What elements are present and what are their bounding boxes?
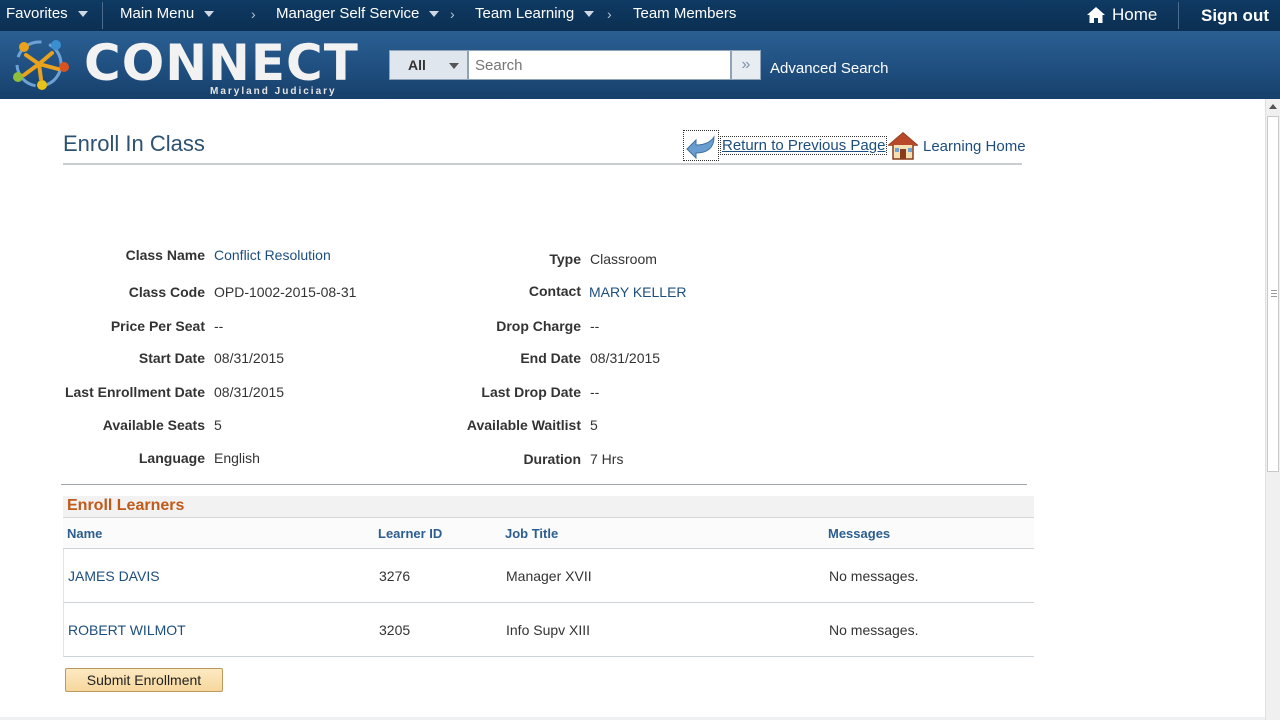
column-header-name[interactable]: Name — [67, 526, 102, 541]
breadcrumb-label: Team Members — [633, 5, 737, 22]
last-enrollment-date-label: Last Enrollment Date — [64, 384, 205, 400]
chevron-down-icon — [449, 63, 459, 69]
page-title: Enroll In Class — [63, 131, 205, 156]
price-per-seat-label: Price Per Seat — [110, 318, 205, 334]
available-waitlist-label: Available Waitlist — [466, 417, 581, 433]
language-value: English — [214, 450, 260, 466]
breadcrumb-label: Team Learning — [475, 5, 575, 22]
enroll-learners-grid: Enroll Learners Name Learner ID Job Titl… — [63, 496, 1034, 657]
search-go-button[interactable]: » — [731, 50, 761, 80]
house-icon — [888, 132, 918, 160]
start-date-label: Start Date — [138, 350, 205, 366]
advanced-search-link[interactable]: Advanced Search — [770, 60, 888, 77]
learner-name-link[interactable]: ROBERT WILMOT — [68, 622, 186, 638]
chevron-down-icon — [77, 10, 88, 17]
messages-cell: No messages. — [829, 622, 919, 638]
favorites-menu[interactable]: Favorites — [6, 5, 88, 22]
learning-home-label: Learning Home — [923, 137, 1026, 155]
grid-title: Enroll Learners — [63, 496, 1034, 517]
chevron-down-icon — [204, 10, 215, 17]
return-link-label: Return to Previous Page — [720, 136, 888, 155]
last-enrollment-date-value: 08/31/2015 — [214, 384, 285, 400]
available-waitlist-value: 5 — [590, 417, 598, 433]
double-chevron-right-icon: » — [741, 56, 751, 73]
vertical-scrollbar[interactable] — [1265, 99, 1280, 720]
column-header-job-title[interactable]: Job Title — [505, 526, 558, 541]
messages-cell: No messages. — [829, 568, 919, 584]
top-navigation-bar: Favorites Main Menu › Manager Self Servi… — [0, 0, 1280, 31]
class-code-value: OPD-1002-2015-08-31 — [214, 284, 357, 300]
home-link[interactable]: Home — [1086, 5, 1157, 25]
type-label: Type — [549, 251, 581, 267]
available-seats-value: 5 — [214, 417, 222, 433]
home-icon — [1087, 7, 1105, 23]
header-banner: CONNECT Maryland Judiciary All » Advance… — [0, 31, 1280, 99]
learning-home-link[interactable]: Learning Home — [888, 131, 1026, 161]
price-per-seat-value: -- — [214, 318, 224, 334]
sign-out-link[interactable]: Sign out — [1201, 6, 1269, 26]
start-date-value: 08/31/2015 — [214, 350, 285, 366]
scroll-up-arrow-icon[interactable] — [1269, 104, 1277, 109]
search-input[interactable] — [468, 50, 731, 80]
grip-icon — [1271, 290, 1277, 297]
drop-charge-value: -- — [590, 318, 600, 334]
main-menu[interactable]: Main Menu — [120, 5, 215, 22]
class-name-label: Class Name — [125, 247, 205, 263]
job-title-cell: Manager XVII — [506, 568, 592, 584]
chevron-down-icon — [429, 10, 440, 17]
end-date-label: End Date — [520, 350, 581, 366]
learner-id-cell: 3276 — [379, 568, 411, 584]
details-divider — [61, 484, 1027, 485]
return-arrow-icon — [683, 130, 719, 161]
duration-label: Duration — [523, 451, 581, 467]
job-title-cell: Info Supv XIII — [506, 622, 591, 638]
contact-link[interactable]: MARY KELLER — [589, 284, 687, 300]
connect-logo-icon — [13, 40, 69, 90]
table-row: JAMES DAVIS 3276 Manager XVII No message… — [63, 549, 1034, 603]
main-menu-label: Main Menu — [120, 5, 195, 22]
drop-charge-label: Drop Charge — [496, 318, 581, 334]
learner-name-link[interactable]: JAMES DAVIS — [68, 568, 160, 584]
table-row: ROBERT WILMOT 3205 Info Supv XIII No mes… — [63, 603, 1034, 657]
home-label: Home — [1112, 5, 1158, 24]
breadcrumb-manager-self-service[interactable]: Manager Self Service — [276, 5, 440, 22]
logo-subtitle: Maryland Judiciary — [210, 86, 337, 97]
return-to-previous-page-link[interactable]: Return to Previous Page — [683, 130, 888, 161]
learner-id-cell: 3205 — [379, 622, 411, 638]
class-code-label: Class Code — [128, 284, 205, 300]
class-name-link[interactable]: Conflict Resolution — [214, 247, 331, 263]
title-divider — [63, 163, 1022, 165]
chevron-right-icon: › — [251, 6, 256, 22]
submit-enrollment-button[interactable]: Submit Enrollment — [65, 668, 223, 692]
chevron-right-icon: › — [450, 6, 455, 22]
duration-value: 7 Hrs — [590, 451, 624, 467]
logo-wordmark: CONNECT — [84, 34, 359, 92]
nav-divider — [102, 2, 103, 29]
breadcrumb-team-members[interactable]: Team Members — [633, 5, 736, 22]
chevron-down-icon — [584, 10, 595, 17]
search-scope-dropdown[interactable]: All — [389, 50, 468, 80]
nav-divider — [1178, 2, 1179, 29]
type-value: Classroom — [590, 251, 657, 267]
favorites-label: Favorites — [6, 5, 68, 22]
chevron-right-icon: › — [607, 6, 612, 22]
last-drop-date-label: Last Drop Date — [481, 384, 581, 400]
breadcrumb-team-learning[interactable]: Team Learning — [475, 5, 595, 22]
last-drop-date-value: -- — [590, 384, 600, 400]
column-header-learner-id[interactable]: Learner ID — [378, 526, 442, 541]
available-seats-label: Available Seats — [102, 417, 205, 433]
column-header-messages[interactable]: Messages — [828, 526, 890, 541]
grid-header-row: Name Learner ID Job Title Messages — [63, 517, 1034, 549]
end-date-value: 08/31/2015 — [590, 350, 661, 366]
contact-label: Contact — [528, 283, 581, 299]
search-scope-value: All — [408, 57, 426, 73]
scrollbar-thumb[interactable] — [1267, 116, 1279, 472]
breadcrumb-label: Manager Self Service — [276, 5, 420, 22]
language-label: Language — [138, 450, 205, 466]
